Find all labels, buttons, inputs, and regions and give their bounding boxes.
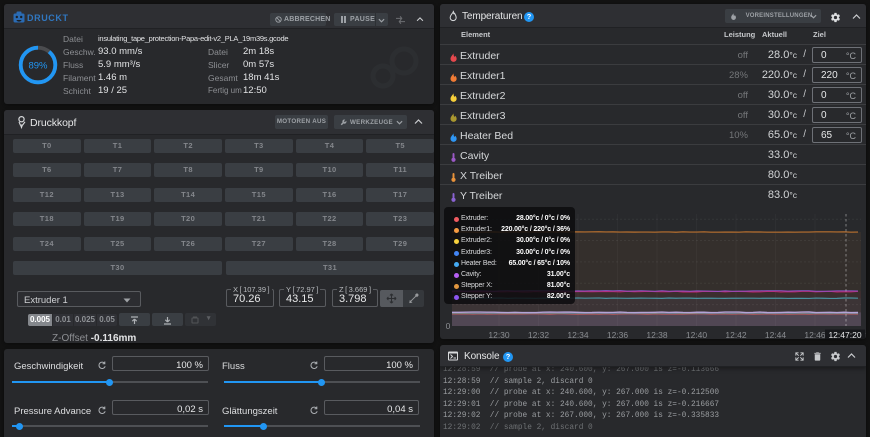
svg-text:12:34: 12:34 [567,330,589,339]
svg-text:18: 18 [865,330,866,339]
svg-text:12:42: 12:42 [725,330,747,339]
svg-text:12:38: 12:38 [646,330,668,339]
svg-text:12:32: 12:32 [528,330,550,339]
svg-text:12:30: 12:30 [488,330,510,339]
svg-text:12:46: 12:46 [804,330,826,339]
svg-text:0: 0 [446,321,451,331]
svg-text:12:36: 12:36 [607,330,629,339]
svg-text:12:44: 12:44 [765,330,787,339]
svg-text:12:40: 12:40 [686,330,708,339]
svg-text:12:47:20: 12:47:20 [828,330,861,339]
